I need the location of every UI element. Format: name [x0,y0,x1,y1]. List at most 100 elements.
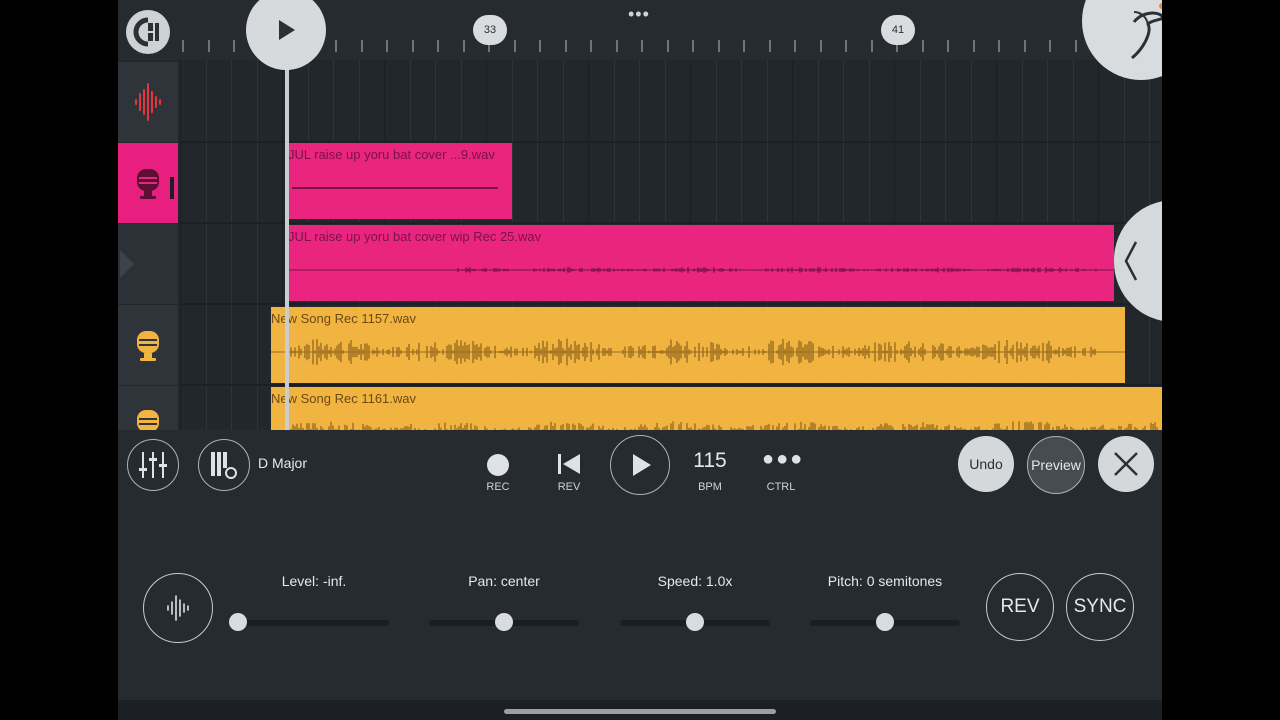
ruler-tick [666,40,669,52]
piano-gear-icon [211,452,237,479]
record-icon[interactable] [487,454,509,476]
ruler-tick [819,40,822,52]
ruler-tick [360,40,363,52]
track-header-audio[interactable] [118,62,178,142]
fl-studio-mobile-app: 33 41 ••• JUL raise up yoru bat cover ..… [118,0,1162,720]
home-indicator[interactable] [504,709,776,714]
audio-clip[interactable]: New Song Rec 1157.wav [271,307,1125,383]
sync-button[interactable]: SYNC [1066,573,1134,641]
bpm-label: BPM [698,481,722,493]
more-dots-icon[interactable]: ●●● [762,448,804,471]
speed-slider-knob[interactable] [686,613,704,631]
track-divider [180,384,1162,386]
ruler-tick [335,40,337,52]
bar-marker-33[interactable]: 33 [473,15,507,45]
track-header-mic-orange[interactable] [118,305,178,385]
play-icon [279,20,295,40]
ruler-tick [233,40,235,52]
microphone-icon [137,169,174,199]
ruler-tick [972,40,975,52]
mixer-sliders-icon [139,452,167,478]
ruler-tick [590,40,592,52]
ruler-tick [743,40,745,52]
undo-button[interactable]: Undo [958,436,1014,492]
close-button[interactable] [1098,436,1154,492]
ruler-tick [437,40,439,52]
transport-bar: D Major REC REV 115 BPM ●●● CTRL Undo Pr… [118,430,1162,500]
clip-waveform [288,267,1114,273]
audio-clip[interactable]: JUL raise up yoru bat cover ...9.wav [288,143,512,219]
side-panel-toggle[interactable] [1114,200,1162,322]
piano-settings-button[interactable] [198,439,250,491]
clip-waveform [290,421,1158,430]
reverse-button[interactable]: REV [986,573,1054,641]
play-button-large[interactable] [246,0,326,70]
clip-waveform [292,187,498,189]
ruler-tick [641,40,643,52]
pan-label: Pan: center [468,573,540,589]
ruler-tick [386,40,388,52]
skip-back-icon[interactable] [556,452,582,476]
ruler-tick [1023,40,1026,52]
expand-arrow-icon [120,250,134,278]
bar-marker-41[interactable]: 41 [881,15,915,45]
audio-clip[interactable]: New Song Rec 1161.wav [271,387,1162,430]
track-header-collapsed[interactable] [118,224,178,304]
play-icon [633,454,651,476]
playlist-area[interactable]: JUL raise up yoru bat cover ...9.wav JUL… [118,60,1162,430]
key-scale-label[interactable]: D Major [258,455,307,471]
audio-clip[interactable]: JUL raise up yoru bat cover wip Rec 25.w… [288,225,1114,301]
ruler-tick [182,40,184,52]
ruler-tick [539,40,541,52]
ruler-tick [768,40,771,52]
ruler-tick [411,40,414,52]
clip-waveform [271,338,1125,366]
speed-label: Speed: 1.0x [657,573,733,589]
channel-rack-logo-button[interactable] [126,10,170,54]
clip-properties-panel: Level: -inf. Pan: center Speed: 1.0x Pit… [118,500,1162,700]
bpm-value[interactable]: 115 [680,449,740,473]
ruler-tick [692,40,694,52]
track-header-mic-pink[interactable] [118,143,178,223]
close-icon [1114,452,1138,476]
microphone-icon [137,331,159,361]
grid-line [205,60,207,430]
level-slider[interactable] [229,620,389,626]
play-button[interactable] [610,435,670,495]
pan-slider-knob[interactable] [495,613,513,631]
microphone-icon [137,410,159,430]
ruler-tick [794,40,796,52]
ruler-tick [207,40,210,52]
more-dots-icon[interactable]: ••• [628,4,650,25]
waveform-icon [135,83,161,121]
fl-channel-icon [133,17,159,47]
fruit-logo-icon [1131,3,1162,60]
level-label: Level: -inf. [281,573,347,589]
grid-line [231,60,232,430]
ruler-tick [462,40,465,52]
ruler-tick [947,40,949,52]
mixer-button[interactable] [127,439,179,491]
grid-line [256,60,258,430]
waveform-icon [167,595,189,621]
grid-line [180,60,181,430]
rev-label: REV [557,481,581,493]
ruler-tick [845,40,847,52]
audio-clip-button[interactable] [143,573,213,643]
playhead[interactable] [285,60,289,430]
ruler-tick [564,40,567,52]
level-slider-knob[interactable] [229,613,247,631]
rec-label: REC [486,481,510,493]
track-divider [180,222,1162,224]
ruler-tick [998,40,1000,52]
ctrl-label: CTRL [766,481,796,493]
track-header-mic-orange-2[interactable] [118,386,178,430]
ruler-tick [870,40,873,52]
ruler-tick [1049,40,1051,52]
ruler-tick [1074,40,1077,52]
fl-studio-logo-button[interactable] [1082,0,1162,80]
preview-button[interactable]: Preview [1027,436,1085,494]
ruler-tick [921,40,924,52]
pitch-label: Pitch: 0 semitones [827,573,943,589]
pitch-slider-knob[interactable] [876,613,894,631]
